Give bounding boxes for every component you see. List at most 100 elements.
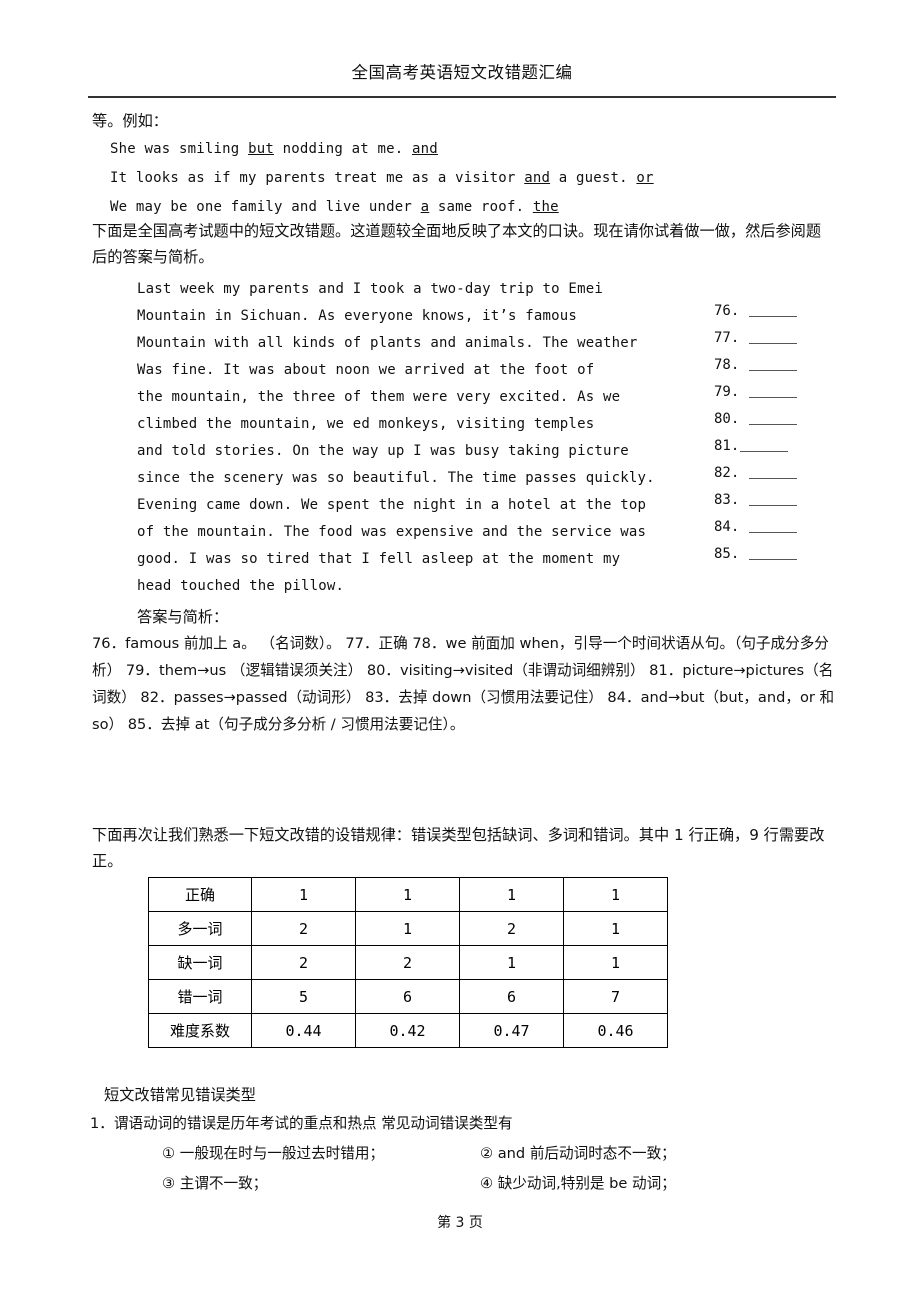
passage-line: since the scenery was so beautiful. The … xyxy=(137,470,655,486)
table-cell: 2 xyxy=(251,911,356,946)
answers-body: 76．famous 前加上 a。 （名词数）。 77．正确 78．we 前面加 … xyxy=(92,635,835,733)
example-2-correction: or xyxy=(636,170,654,186)
table-row-label: 缺一词 xyxy=(148,945,252,980)
answer-blank-field[interactable] xyxy=(749,358,798,371)
answer-blank-field[interactable] xyxy=(749,331,798,344)
table-row-label: 正确 xyxy=(148,877,252,912)
answer-blank-number: 84. xyxy=(714,519,740,535)
answer-blank-row: 84. xyxy=(714,519,834,546)
table-cell: 1 xyxy=(563,877,668,912)
table-cell: 0.44 xyxy=(251,1013,356,1048)
error-correction-passage: Last week my parents and I took a two-da… xyxy=(137,276,707,600)
passage-line: Last week my parents and I took a two-da… xyxy=(137,281,603,297)
answer-blank-number: 82. xyxy=(714,465,740,481)
answer-blank-number: 85. xyxy=(714,546,740,562)
answer-blank-row: 76. xyxy=(714,303,834,330)
example-2-mid: a guest. xyxy=(550,170,637,186)
error-type-sub-item-3: ③ 主谓不一致； xyxy=(162,1175,268,1192)
page-header: 全国高考英语短文改错题汇编 xyxy=(88,60,836,86)
answer-blank-field[interactable] xyxy=(749,385,798,398)
table-row-label: 难度系数 xyxy=(148,1013,252,1048)
answer-blank-field[interactable] xyxy=(749,520,798,533)
answer-blank-row: 82. xyxy=(714,465,834,492)
table-row-label: 多一词 xyxy=(148,911,252,946)
passage-line: good. I was so tired that I fell asleep … xyxy=(137,551,621,567)
answer-blank-field[interactable] xyxy=(740,439,789,452)
answer-blanks-column: 76. 77. 78. 79. 80. 81. 82. 83. 84. 85. xyxy=(714,303,834,573)
table-cell: 5 xyxy=(251,979,356,1014)
passage-line: head touched the pillow. xyxy=(137,578,345,594)
answer-blank-field[interactable] xyxy=(749,466,798,479)
answer-blank-number: 77. xyxy=(714,330,740,346)
table-cell: 1 xyxy=(563,911,668,946)
table-row: 错一词 5 6 6 7 xyxy=(148,979,668,1014)
table-cell: 0.42 xyxy=(355,1013,460,1048)
passage-line: the mountain, the three of them were ver… xyxy=(137,389,621,405)
table-cell: 1 xyxy=(355,911,460,946)
answer-blank-number: 81. xyxy=(714,438,740,454)
table-cell: 1 xyxy=(459,945,564,980)
table-cell: 1 xyxy=(459,877,564,912)
passage-line: Evening came down. We spent the night in… xyxy=(137,497,647,513)
passage-line: of the mountain. The food was expensive … xyxy=(137,524,647,540)
answers-heading: 答案与简析： xyxy=(137,608,229,626)
example-2-error: and xyxy=(524,170,551,186)
header-divider xyxy=(88,96,836,98)
answer-blank-field[interactable] xyxy=(749,304,798,317)
example-1-correction: and xyxy=(412,141,438,157)
table-cell: 6 xyxy=(355,979,460,1014)
example-sentence-3: We may be one family and live under a sa… xyxy=(110,194,559,220)
table-cell: 2 xyxy=(459,911,564,946)
error-type-sub-item-1: ① 一般现在时与一般过去时错用； xyxy=(162,1145,385,1162)
answer-blank-row: 80. xyxy=(714,411,834,438)
example-3-correction: the xyxy=(532,199,559,215)
passage-line: Was fine. It was about noon we arrived a… xyxy=(137,362,595,378)
example-1-error: but xyxy=(248,141,274,157)
example-1-mid: nodding at me. xyxy=(273,141,413,157)
answer-blank-number: 79. xyxy=(714,384,740,400)
passage-line: Mountain in Sichuan. As everyone knows, … xyxy=(137,308,578,324)
answer-blank-number: 78. xyxy=(714,357,740,373)
answer-blank-field[interactable] xyxy=(749,547,798,560)
rules-paragraph: 下面再次让我们熟悉一下短文改错的设错规律：错误类型包括缺词、多词和错词。其中 1… xyxy=(92,826,825,870)
table-cell: 7 xyxy=(563,979,668,1014)
table-cell: 0.46 xyxy=(563,1013,668,1048)
table-row: 缺一词 2 2 1 1 xyxy=(148,945,668,980)
table-row: 难度系数 0.44 0.42 0.47 0.46 xyxy=(148,1013,668,1048)
table-cell: 6 xyxy=(459,979,564,1014)
answer-blank-field[interactable] xyxy=(749,412,798,425)
page-footer: 第 3 页 xyxy=(437,1215,483,1231)
example-sentence-1: She was smiling but nodding at me. and xyxy=(110,136,438,162)
table-cell: 1 xyxy=(563,945,668,980)
error-types-heading: 短文改错常见错误类型 xyxy=(104,1086,256,1104)
table-cell: 2 xyxy=(251,945,356,980)
error-statistics-table: 正确 1 1 1 1 多一词 2 1 2 1 缺一词 2 2 1 1 错一词 5 6 6 7 难度系数 0.44 0.42 0… xyxy=(148,877,668,1048)
error-type-sub-item-4: ④ 缺少动词,特别是 be 动词； xyxy=(480,1175,676,1192)
example-3-mid: same roof. xyxy=(429,199,533,215)
answer-blank-field[interactable] xyxy=(749,493,798,506)
table-row: 正确 1 1 1 1 xyxy=(148,877,668,912)
example-1-pre: She was smiling xyxy=(110,141,249,157)
table-row-label: 错一词 xyxy=(148,979,252,1014)
intro-line: 等。例如： xyxy=(92,112,168,130)
example-3-pre: We may be one family and live under xyxy=(110,199,421,215)
table-cell: 0.47 xyxy=(459,1013,564,1048)
answer-blank-number: 76. xyxy=(714,303,740,319)
table-cell: 1 xyxy=(355,877,460,912)
answer-blank-row: 78. xyxy=(714,357,834,384)
table-row: 多一词 2 1 2 1 xyxy=(148,911,668,946)
answer-blank-row: 83. xyxy=(714,492,834,519)
example-sentence-2: It looks as if my parents treat me as a … xyxy=(110,165,654,191)
instruction-paragraph: 下面是全国高考试题中的短文改错题。这道题较全面地反映了本文的口诀。现在请你试着做… xyxy=(92,222,821,266)
error-type-sub-item-2: ② and 前后动词时态不一致； xyxy=(480,1145,676,1162)
error-types-item-1: 1．谓语动词的错误是历年考试的重点和热点 常见动词错误类型有 xyxy=(90,1115,513,1132)
answer-blank-row: 77. xyxy=(714,330,834,357)
example-2-pre: It looks as if my parents treat me as a … xyxy=(110,170,525,186)
answer-blank-row: 81. xyxy=(714,438,834,465)
example-3-error: a xyxy=(420,199,430,215)
passage-line: Mountain with all kinds of plants and an… xyxy=(137,335,638,351)
answer-blank-number: 83. xyxy=(714,492,740,508)
answer-blank-row: 79. xyxy=(714,384,834,411)
table-cell: 2 xyxy=(355,945,460,980)
passage-line: and told stories. On the way up I was bu… xyxy=(137,443,629,459)
